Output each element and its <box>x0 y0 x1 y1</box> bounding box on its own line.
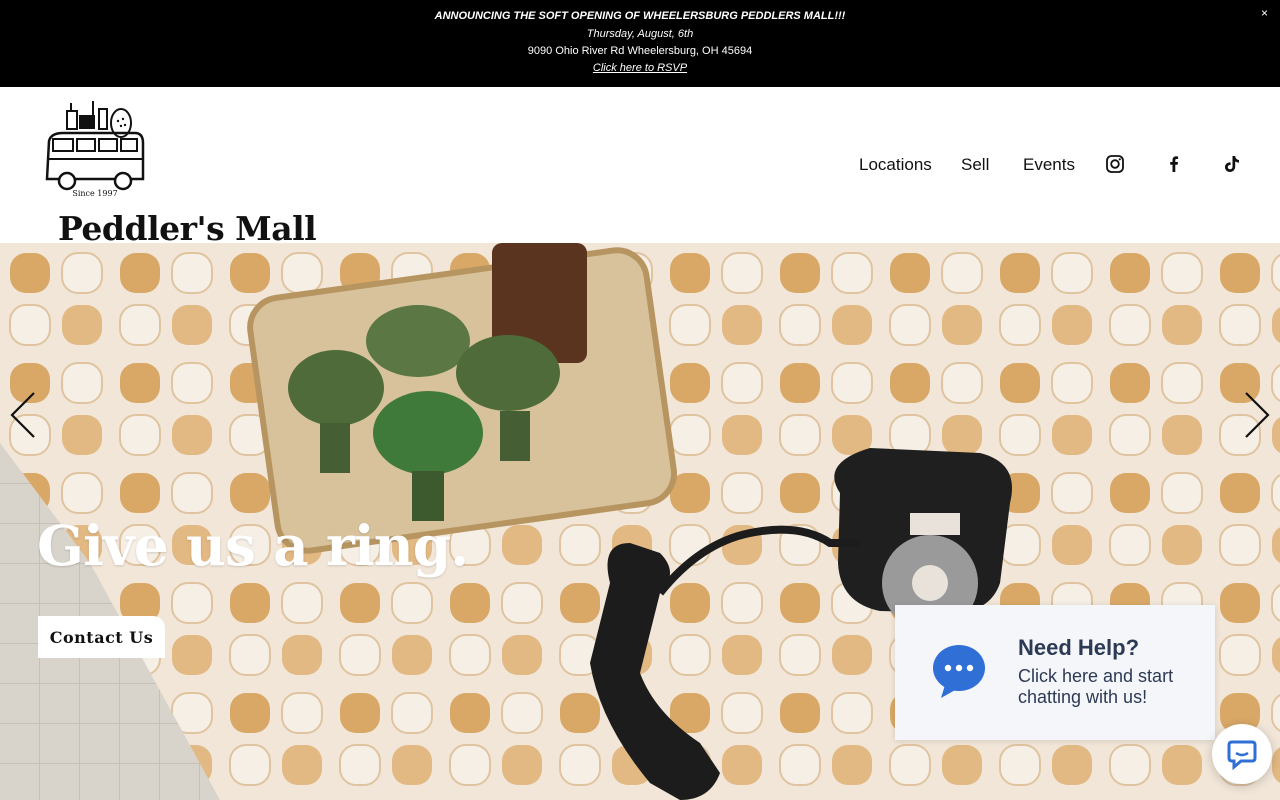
chat-help-card[interactable]: Need Help? Click here and start chatting… <box>895 605 1215 740</box>
announcement-address: 9090 Ohio River Rd Wheelersburg, OH 4569… <box>527 45 753 57</box>
chevron-left-icon[interactable] <box>8 391 38 439</box>
announcement-headline: ANNOUNCING THE SOFT OPENING OF WHEELERSB… <box>434 10 846 22</box>
chat-title: Need Help? <box>1018 635 1140 660</box>
nav-sell[interactable]: Sell <box>961 155 989 175</box>
chevron-right-icon[interactable] <box>1242 391 1272 439</box>
announcement-date: Thursday, August, 6th <box>586 28 694 40</box>
chat-icon <box>1227 740 1257 770</box>
chat-launcher-button[interactable] <box>1212 724 1272 784</box>
chat-subtitle: Click here and start chatting with us! <box>1018 666 1174 707</box>
announcement-bar: ANNOUNCING THE SOFT OPENING OF WHEELERSB… <box>0 0 1280 87</box>
close-icon[interactable]: × <box>1261 6 1268 20</box>
instagram-icon[interactable] <box>1105 154 1125 174</box>
rsvp-link[interactable]: Click here to RSVP <box>593 62 687 74</box>
chat-bubble-icon <box>933 645 985 698</box>
site-header: Since 1997 Peddler's Mall Locations Sell… <box>0 87 1280 248</box>
logo-caption: Since 1997 <box>72 189 117 197</box>
tiktok-icon[interactable] <box>1222 154 1242 174</box>
hero-heading: Give us a ring. <box>37 513 469 578</box>
facebook-icon[interactable] <box>1164 154 1184 174</box>
nav-locations[interactable]: Locations <box>859 155 932 175</box>
logo[interactable]: Since 1997 <box>43 101 147 197</box>
contact-us-button[interactable]: Contact Us <box>38 616 165 658</box>
nav-events[interactable]: Events <box>1023 155 1075 175</box>
